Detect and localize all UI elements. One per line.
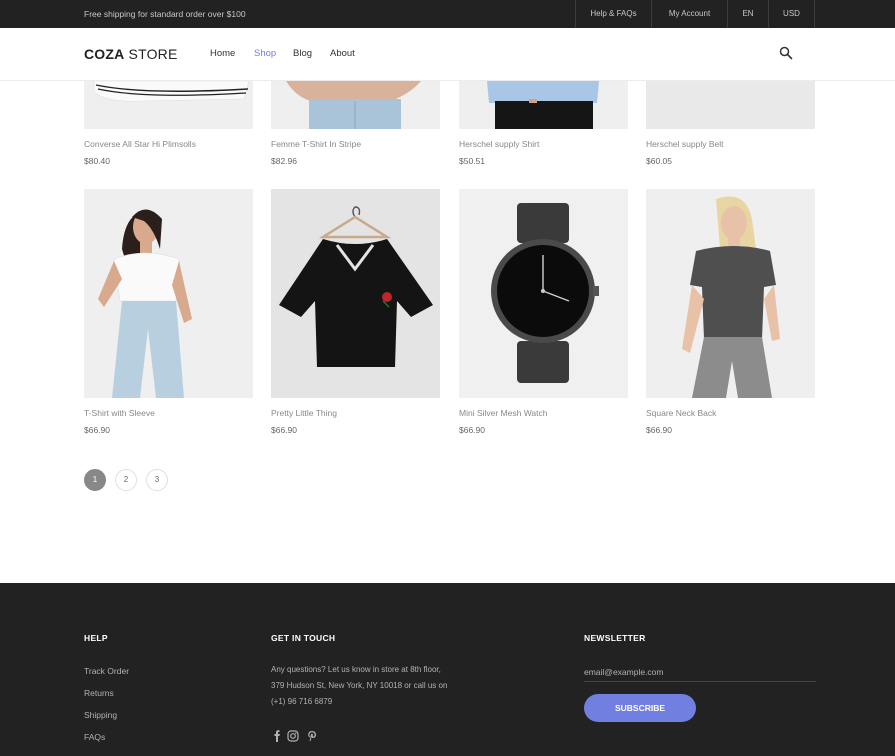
instagram-icon[interactable]: [287, 729, 299, 742]
footer-link-shipping[interactable]: Shipping: [84, 710, 117, 720]
product-name[interactable]: Converse All Star Hi Plimsolls: [84, 139, 196, 149]
product-name[interactable]: Pretty Little Thing: [271, 408, 337, 418]
product-name[interactable]: Herschel supply Belt: [646, 139, 723, 149]
contact-text: Any questions? Let us know in store at 8…: [271, 665, 448, 706]
help-heading: HELP: [84, 633, 108, 643]
get-in-touch-heading: GET IN TOUCH: [271, 633, 336, 643]
logo-bold: COZA: [84, 46, 125, 62]
page-3-button[interactable]: 3: [146, 469, 168, 491]
top-bar-links: Help & FAQs My Account EN USD: [575, 0, 815, 28]
nav-about[interactable]: About: [330, 48, 355, 59]
footer-link-track-order[interactable]: Track Order: [84, 666, 129, 676]
product-price: $66.90: [271, 425, 297, 435]
subscribe-button[interactable]: SUBSCRIBE: [584, 694, 696, 722]
footer-link-faqs[interactable]: FAQs: [84, 732, 105, 742]
page-2-button[interactable]: 2: [115, 469, 137, 491]
product-image[interactable]: [84, 189, 253, 398]
product-image[interactable]: [459, 81, 628, 129]
product-image[interactable]: [271, 189, 440, 398]
email-field[interactable]: [584, 662, 816, 682]
search-icon[interactable]: [779, 46, 795, 62]
product-image[interactable]: [84, 81, 253, 129]
product-image[interactable]: [271, 81, 440, 129]
product-name[interactable]: Mini Silver Mesh Watch: [459, 408, 547, 418]
logo-light: STORE: [124, 46, 178, 62]
product-price: $50.51: [459, 156, 485, 166]
footer-link-returns[interactable]: Returns: [84, 688, 114, 698]
nav-shop[interactable]: Shop: [254, 48, 293, 59]
newsletter-heading: NEWSLETTER: [584, 633, 646, 643]
product-price: $60.05: [646, 156, 672, 166]
product-price: $82.96: [271, 156, 297, 166]
product-name[interactable]: T-Shirt with Sleeve: [84, 408, 155, 418]
top-bar: Free shipping for standard order over $1…: [0, 0, 895, 28]
language-link[interactable]: EN: [728, 0, 769, 28]
nav-home[interactable]: Home: [210, 48, 254, 59]
product-price: $66.90: [646, 425, 672, 435]
header: COZA STORE Home Shop Blog About: [0, 28, 895, 81]
product-price: $66.90: [459, 425, 485, 435]
nav-blog[interactable]: Blog: [293, 48, 330, 59]
logo[interactable]: COZA STORE: [84, 46, 178, 62]
currency-link[interactable]: USD: [769, 0, 815, 28]
page-1-button[interactable]: 1: [84, 469, 106, 491]
product-price: $80.40: [84, 156, 110, 166]
product-image[interactable]: [646, 189, 815, 398]
product-name[interactable]: Square Neck Back: [646, 408, 716, 418]
product-name[interactable]: Femme T-Shirt In Stripe: [271, 139, 361, 149]
promo-text: Free shipping for standard order over $1…: [84, 9, 246, 19]
product-image[interactable]: [459, 189, 628, 398]
facebook-icon[interactable]: [271, 729, 283, 742]
help-faqs-link[interactable]: Help & FAQs: [576, 0, 652, 28]
main-nav: Home Shop Blog About: [210, 48, 355, 59]
my-account-link[interactable]: My Account: [652, 0, 728, 28]
product-image[interactable]: [646, 81, 815, 129]
pinterest-icon[interactable]: [306, 729, 318, 741]
product-price: $66.90: [84, 425, 110, 435]
product-name[interactable]: Herschel supply Shirt: [459, 139, 539, 149]
